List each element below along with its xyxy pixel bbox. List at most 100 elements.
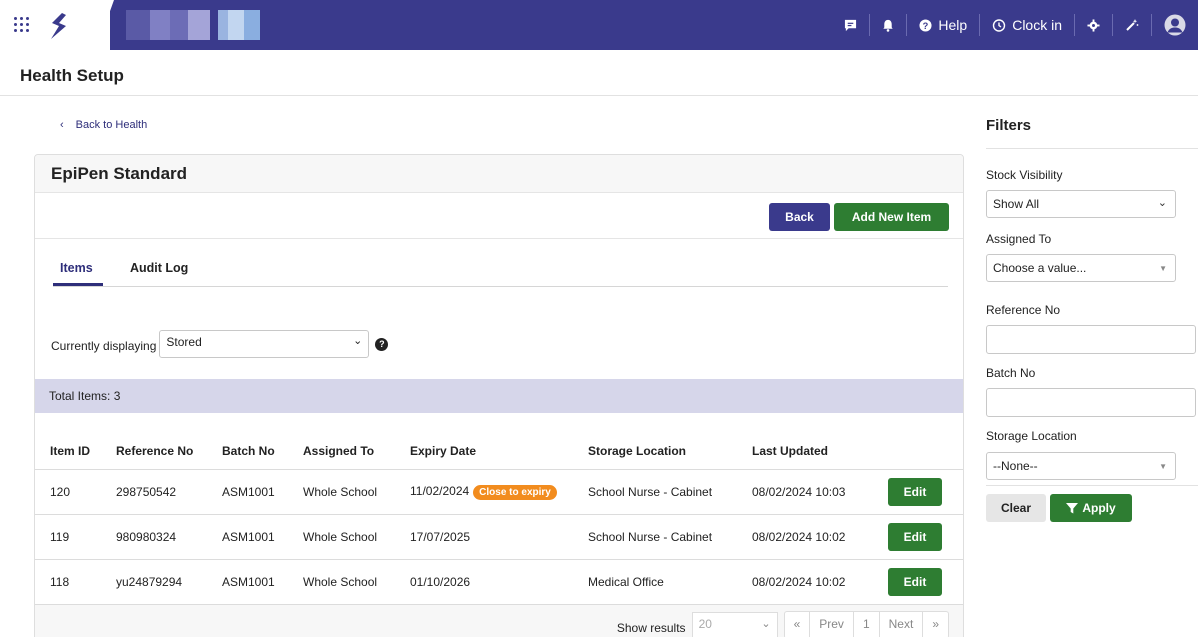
items-table: Item ID Reference No Batch No Assigned T… — [35, 433, 963, 605]
back-to-health-label: Back to Health — [75, 119, 148, 131]
filters-title: Filters — [986, 117, 1032, 134]
assigned-to-select[interactable]: Choose a value... ▼ — [986, 254, 1176, 282]
tab-audit-log[interactable]: Audit Log — [130, 261, 188, 275]
last-page-button[interactable]: » — [922, 612, 948, 637]
tab-items[interactable]: Items — [60, 261, 93, 275]
reference-no-label: Reference No — [986, 303, 1061, 317]
chevron-down-icon: ⌄ — [353, 335, 363, 347]
storage-location-value: --None-- — [993, 459, 1038, 473]
column-header: Item ID — [35, 433, 101, 470]
column-header: Assigned To — [288, 433, 395, 470]
total-items-label: Total Items: 3 — [49, 389, 121, 403]
card-actions: Back Add New Item — [35, 193, 963, 239]
batch-no: ASM1001 — [207, 559, 288, 605]
help-icon: ? — [919, 18, 932, 32]
back-to-health-link[interactable]: ‹ Back to Health — [60, 119, 147, 131]
chevron-down-icon: ⌄ — [1157, 197, 1167, 209]
stock-visibility-value: Show All — [993, 197, 1040, 211]
results-per-page-select[interactable]: 20 ⌄ — [691, 612, 778, 637]
first-page-button[interactable]: « — [785, 612, 810, 637]
reference-no: 980980324 — [101, 514, 207, 560]
question-icon[interactable]: ? — [375, 337, 389, 351]
edit-button[interactable]: Edit — [888, 522, 942, 551]
settings-button[interactable] — [1075, 0, 1112, 50]
expiry-status-badge: Close to expiry — [473, 484, 557, 500]
table-row: 119 980980324 ASM1001 Whole School 17/07… — [35, 514, 963, 560]
row-actions: Edit — [873, 469, 963, 515]
row-actions: Edit — [873, 514, 963, 560]
chat-icon — [845, 19, 857, 31]
row-actions: Edit — [873, 559, 963, 605]
magic-wand-icon — [1126, 19, 1139, 31]
storage-location: School Nurse - Cabinet — [573, 469, 737, 515]
gear-icon — [1087, 18, 1100, 32]
add-new-item-button[interactable]: Add New Item — [834, 203, 949, 231]
expiry-date: 11/02/2024 — [410, 483, 470, 498]
apply-button[interactable]: Apply — [1050, 494, 1132, 522]
storage-location: School Nurse - Cabinet — [573, 514, 737, 560]
chevron-down-icon: ⌄ — [761, 618, 771, 630]
tabs: Items Audit Log — [53, 255, 948, 287]
clock-in-button[interactable]: Clock in — [980, 0, 1074, 50]
user-menu-button[interactable] — [1152, 0, 1198, 50]
item-id: 120 — [35, 469, 101, 515]
active-tab-indicator — [53, 283, 103, 286]
chat-button[interactable] — [832, 0, 869, 50]
help-button[interactable]: ? Help — [907, 0, 979, 50]
storage-location-label: Storage Location — [986, 429, 1077, 443]
clock-icon — [993, 19, 1006, 32]
clear-button[interactable]: Clear — [986, 494, 1046, 522]
apply-label: Apply — [1082, 501, 1116, 515]
reference-no: 298750542 — [101, 469, 207, 515]
assigned-to-label: Assigned To — [986, 232, 1052, 246]
brand-logo[interactable] — [48, 12, 70, 40]
page-buttons: « Prev 1 Next » — [783, 611, 949, 637]
page-number-button[interactable]: 1 — [852, 612, 879, 637]
stock-visibility-label: Stock Visibility — [986, 168, 1063, 182]
last-updated: 08/02/2024 10:03 — [737, 469, 873, 515]
item-card: EpiPen Standard Back Add New Item Items … — [34, 154, 964, 637]
assigned-to: Whole School — [288, 514, 395, 560]
column-header: Expiry Date — [395, 433, 573, 470]
column-header: Storage Location — [573, 433, 737, 470]
expiry-date: 17/07/2025 — [395, 514, 573, 560]
edit-button[interactable]: Edit — [888, 567, 942, 596]
filters-divider — [986, 485, 1198, 486]
page-title: Health Setup — [20, 66, 124, 85]
apps-grid-icon[interactable] — [14, 17, 30, 33]
edit-button[interactable]: Edit — [888, 477, 942, 506]
reference-no: yu24879294 — [101, 559, 207, 605]
reference-no-input[interactable] — [986, 325, 1196, 354]
column-header: Last Updated — [737, 433, 873, 470]
display-label: Currently displaying — [51, 339, 157, 353]
top-navigation-bar: ? Help Clock in — [0, 0, 1198, 50]
item-id: 118 — [35, 559, 101, 605]
storage-location: Medical Office — [573, 559, 737, 605]
assigned-to: Whole School — [288, 469, 395, 515]
notifications-button[interactable] — [870, 0, 906, 50]
table-row: 120 298750542 ASM1001 Whole School 11/02… — [35, 469, 963, 515]
batch-no-input[interactable] — [986, 388, 1196, 417]
pagination-row: Show results 20 ⌄ « Prev 1 Next » — [35, 605, 963, 637]
storage-location-select[interactable]: --None-- ▼ — [986, 452, 1176, 480]
last-updated: 08/02/2024 10:02 — [737, 559, 873, 605]
help-label: Help — [938, 17, 968, 33]
tools-button[interactable] — [1113, 0, 1151, 50]
show-results-label: Show results — [616, 621, 686, 635]
column-header: Reference No — [101, 433, 207, 470]
assigned-to: Whole School — [288, 559, 395, 605]
display-select[interactable]: Stored ⌄ — [159, 330, 370, 358]
prev-page-button[interactable]: Prev — [809, 612, 853, 637]
item-id: 119 — [35, 514, 101, 560]
bell-icon — [883, 19, 894, 32]
results-per-page-value: 20 — [698, 617, 712, 631]
back-button[interactable]: Back — [769, 203, 830, 231]
expiry-date-cell: 11/02/2024 Close to expiry — [395, 469, 573, 515]
batch-no: ASM1001 — [207, 469, 288, 515]
display-filter: Currently displaying Stored ⌄ ? — [51, 330, 389, 358]
filter-icon — [1066, 502, 1079, 513]
next-page-button[interactable]: Next — [878, 612, 923, 637]
filters-divider — [986, 148, 1198, 149]
expiry-date: 01/10/2026 — [395, 559, 573, 605]
stock-visibility-select[interactable]: Show All ⌄ — [986, 190, 1176, 218]
